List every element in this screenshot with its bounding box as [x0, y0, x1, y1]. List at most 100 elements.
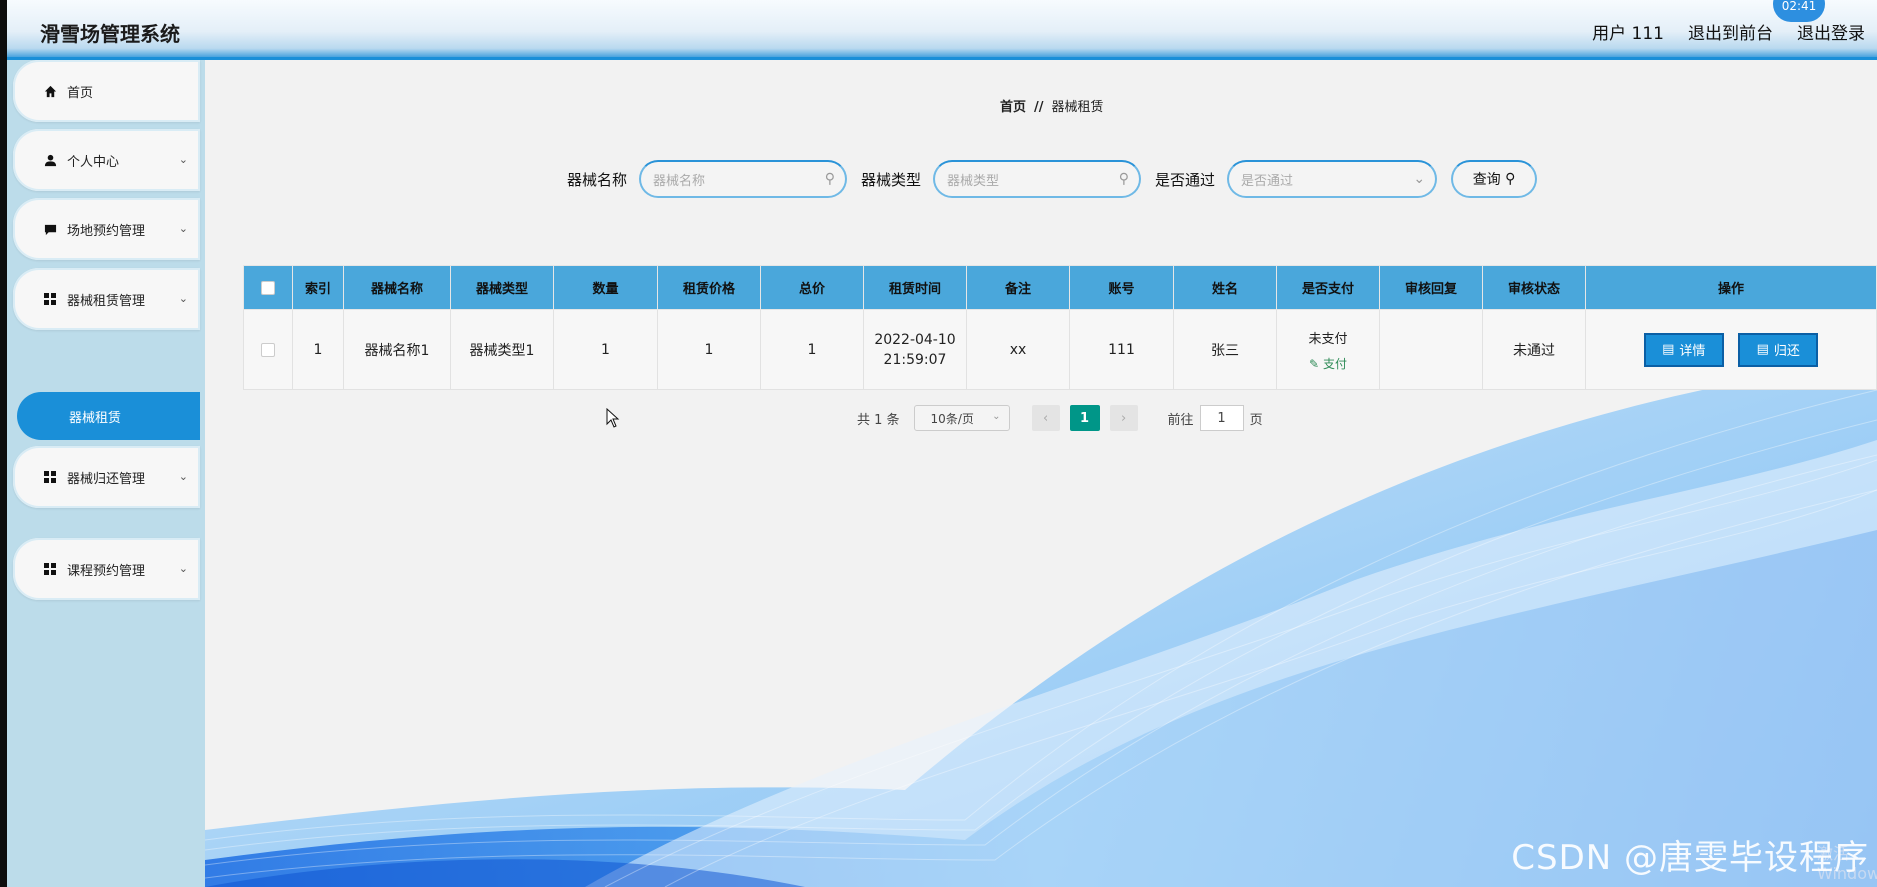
chevron-left-icon: ‹: [1042, 410, 1049, 426]
column-header: 器械类型: [450, 265, 554, 310]
pay-link-label: 支付: [1322, 356, 1347, 371]
column-header: 操作: [1585, 265, 1877, 310]
main-content: 首页 // 器械租赁 器械名称 器械名称 ⚲ 器械类型 器械类型 ⚲ 是否通过 是否…: [205, 60, 1877, 887]
page-size-select[interactable]: 10条/页 ⌄: [913, 405, 1010, 431]
user-label: 用户 111: [1592, 24, 1664, 44]
pay-link[interactable]: ✎ 支付: [1277, 355, 1379, 372]
search-icon: ⚲: [1118, 171, 1130, 187]
user-icon: [43, 153, 57, 167]
goto-label: 前往: [1167, 412, 1194, 428]
column-header: 数量: [553, 265, 658, 310]
column-header: 租赁价格: [657, 265, 761, 310]
header-user-nav: 用户 111 退出到前台 退出登录: [1592, 19, 1865, 44]
column-header: 器械名称: [343, 265, 451, 310]
column-header: 租赁时间: [863, 265, 967, 310]
chevron-down-icon: ⌄: [992, 411, 1001, 422]
sidebar-subitem-label: 器械租赁: [69, 410, 122, 426]
app-title: 滑雪场管理系统: [40, 22, 180, 46]
breadcrumb-home[interactable]: 首页: [1000, 100, 1026, 115]
cell-account: 111: [1069, 309, 1174, 390]
back-to-front-link[interactable]: 退出到前台: [1688, 19, 1773, 44]
table-row: 1 器械名称1 器械类型1 1 1 1 2022-04-10 21:59:07 …: [243, 309, 1877, 390]
chevron-down-icon: ⌄: [178, 470, 188, 483]
row-checkbox[interactable]: [261, 342, 275, 357]
sidebar-item-venue-booking[interactable]: 场地预约管理 ⌄: [13, 198, 200, 260]
chevron-down-icon: ⌄: [178, 562, 188, 575]
cell-note: xx: [966, 309, 1070, 390]
column-header: 审核回复: [1379, 265, 1483, 310]
breadcrumb-current: 器械租赁: [1051, 100, 1104, 115]
search-icon: ⚲: [824, 171, 836, 187]
chevron-right-icon: ›: [1120, 410, 1127, 426]
prev-page-button[interactable]: ‹: [1031, 405, 1060, 431]
page-size-value: 10条/页: [930, 411, 974, 426]
grid-icon: [43, 562, 57, 576]
cell-paid: 未支付 ✎ 支付: [1276, 309, 1380, 390]
cell-equipment-name: 器械名称1: [343, 309, 451, 390]
column-header: 账号: [1069, 265, 1174, 310]
goto-page: 前往 1 页: [1168, 405, 1263, 431]
edit-icon: ✎: [1309, 356, 1320, 371]
column-header: 总价: [760, 265, 864, 310]
mouse-cursor-icon: [606, 408, 620, 428]
sidebar-item-label: 场地预约管理: [67, 223, 146, 239]
pagination: 共 1 条 10条/页 ⌄ ‹ 1 › 前往 1 页: [857, 405, 1263, 431]
sidebar-item-label: 器械租赁管理: [67, 293, 146, 309]
sidebar-item-label: 首页: [67, 85, 94, 101]
select-all-checkbox[interactable]: [261, 280, 275, 295]
cell-index: 1: [292, 309, 344, 390]
cell-name: 张三: [1173, 309, 1277, 390]
page-number-current[interactable]: 1: [1069, 405, 1100, 431]
paid-status: 未支付: [1308, 331, 1348, 347]
chevron-down-icon: ⌄: [178, 222, 188, 235]
page-unit-label: 页: [1249, 412, 1263, 428]
next-page-button[interactable]: ›: [1109, 405, 1138, 431]
csdn-watermark: CSDN @唐雯毕设程序: [1511, 838, 1869, 878]
document-icon: ▤: [1756, 342, 1769, 357]
query-button-label: 查询: [1472, 172, 1501, 188]
detail-button[interactable]: ▤ 详情: [1643, 332, 1724, 367]
cell-actions: ▤ 详情 ▤ 归还: [1585, 309, 1877, 390]
chevron-down-icon: ⌄: [178, 292, 188, 305]
cell-total-price: 1: [760, 309, 864, 390]
sidebar-item-label: 器械归还管理: [67, 471, 146, 487]
breadcrumb: 首页 // 器械租赁: [1000, 96, 1104, 115]
sidebar-subitem-equipment-rental[interactable]: 器械租赁: [17, 392, 200, 440]
total-count: 共 1 条: [857, 412, 900, 428]
query-button[interactable]: 查询 ⚲: [1451, 160, 1538, 198]
sidebar: 首页 个人中心 ⌄ 场地预约管理 ⌄ 器械租赁管理 ⌄ 器械租赁 器械归还管理 …: [7, 60, 205, 887]
sidebar-item-label: 个人中心: [67, 154, 120, 170]
sidebar-item-course-booking[interactable]: 课程预约管理 ⌄: [13, 538, 200, 600]
sidebar-item-home[interactable]: 首页: [13, 60, 200, 122]
comment-icon: [43, 222, 57, 236]
return-button[interactable]: ▤ 归还: [1738, 332, 1819, 367]
sidebar-item-equipment-return[interactable]: 器械归还管理 ⌄: [13, 446, 200, 508]
sidebar-item-equipment-rental[interactable]: 器械租赁管理 ⌄: [13, 268, 200, 330]
column-header: 审核状态: [1482, 265, 1586, 310]
table-header-row: 索引 器械名称 器械类型 数量 租赁价格 总价 租赁时间 备注 账号 姓名 是否…: [243, 265, 1877, 310]
search-icon: ⚲: [1505, 171, 1516, 187]
window-edge: [0, 0, 7, 887]
column-header: 姓名: [1173, 265, 1277, 310]
equipment-type-input[interactable]: 器械类型 ⚲: [933, 160, 1142, 198]
equipment-name-placeholder: 器械名称: [653, 173, 706, 189]
cell-rental-price: 1: [657, 309, 761, 390]
top-header: 滑雪场管理系统 02:41 用户 111 退出到前台 退出登录: [7, 0, 1877, 60]
cell-review-status: 未通过: [1482, 309, 1586, 390]
rental-clock: 21:59:07: [883, 351, 947, 368]
row-select-cell[interactable]: [243, 309, 293, 390]
select-all-cell[interactable]: [243, 265, 293, 310]
equipment-type-placeholder: 器械类型: [947, 173, 1000, 189]
column-header: 是否支付: [1276, 265, 1380, 310]
search-bar: 器械名称 器械名称 ⚲ 器械类型 器械类型 ⚲ 是否通过 是否通过 ⌄ 查询 ⚲: [567, 160, 1538, 198]
grid-icon: [43, 470, 57, 484]
equipment-name-input[interactable]: 器械名称 ⚲: [639, 160, 848, 198]
detail-button-label: 详情: [1679, 344, 1706, 359]
document-icon: ▤: [1662, 342, 1675, 357]
sidebar-item-profile[interactable]: 个人中心 ⌄: [13, 129, 200, 191]
home-icon: [43, 84, 57, 98]
approved-select[interactable]: 是否通过 ⌄: [1227, 160, 1438, 198]
goto-page-input[interactable]: 1: [1199, 405, 1244, 431]
logout-link[interactable]: 退出登录: [1797, 19, 1865, 44]
breadcrumb-separator: //: [1034, 100, 1044, 115]
